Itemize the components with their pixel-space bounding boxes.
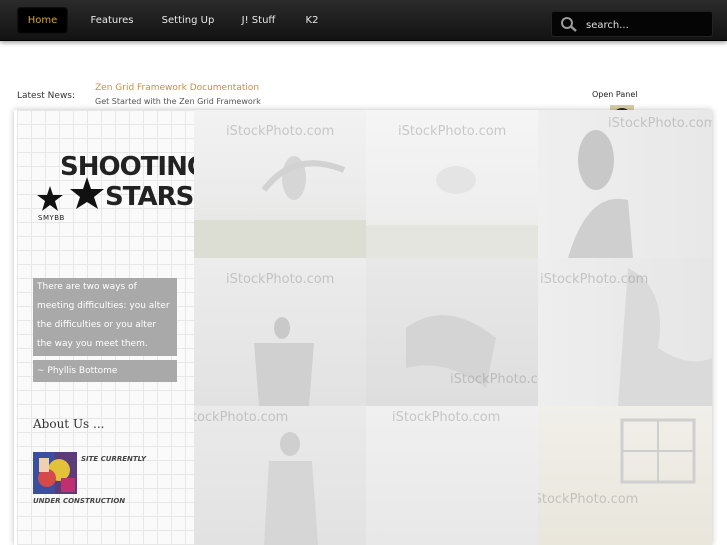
watermark-text: iStockPhoto.com (194, 410, 289, 425)
nav-features[interactable]: Features (86, 7, 138, 34)
search-input[interactable] (584, 15, 708, 35)
gallery-tile[interactable]: iStockPhoto.com (194, 406, 366, 545)
photo-gallery: iStockPhoto.com iStockPhoto.com iStockPh… (194, 110, 712, 545)
gallery-tile[interactable]: iStockPhoto.com (366, 258, 538, 406)
nav-setting-up[interactable]: Setting Up (158, 7, 218, 34)
watermark-text: iStockPhoto.com (608, 116, 712, 131)
open-panel-link[interactable]: Open Panel (592, 90, 638, 99)
nav-k2[interactable]: K2 (298, 7, 326, 34)
nav-j-stuff[interactable]: J! Stuff (236, 7, 281, 34)
watermark-text: iStockPhoto.com (540, 272, 649, 287)
watermark-text: iStockPhoto.com (538, 492, 639, 507)
gallery-tile[interactable]: iStockPhoto.com (194, 110, 366, 258)
quote-author: ~ Phyllis Bottome (33, 360, 177, 382)
search-box (551, 11, 713, 37)
gallery-tile[interactable]: iStockPhoto.com (538, 258, 712, 406)
logo-subtext: SMYBB (38, 214, 65, 222)
quote-text: There are two ways of meeting difficulti… (33, 278, 177, 356)
news-headline-link[interactable]: Zen Grid Framework Documentation (95, 83, 259, 93)
news-subline: Get Started with the Zen Grid Framework (95, 97, 261, 104)
watermark-text: iStockPhoto.com (398, 124, 507, 139)
watermark-text: iStockPhoto.com (226, 272, 335, 287)
site-logo[interactable]: SHOOTING STARS (33, 145, 194, 215)
gallery-tile[interactable]: iStockPhoto.com (538, 110, 712, 258)
star-icon (37, 186, 63, 211)
watermark-text: iStockPhoto.com (450, 372, 538, 387)
svg-text:STARS: STARS (105, 182, 193, 212)
watermark-text: iStockPhoto.com (226, 124, 335, 139)
gallery-tile[interactable]: iStockPhoto.com (366, 110, 538, 258)
about-us-heading: About Us ... (33, 417, 105, 431)
search-icon[interactable] (560, 16, 578, 32)
latest-news-label: Latest News: (17, 91, 76, 101)
watermark-text: iStockPhoto.com (392, 410, 501, 425)
gallery-tile[interactable]: iStockPhoto.com (194, 258, 366, 406)
shooting-stars-logo: SHOOTING STARS (37, 152, 194, 212)
gallery-tile[interactable]: iStockPhoto.com (538, 406, 712, 545)
svg-text:SHOOTING: SHOOTING (60, 152, 194, 182)
about-thumbnail-image[interactable] (33, 452, 77, 494)
top-navigation-bar: Home Features Setting Up J! Stuff K2 (0, 0, 727, 41)
about-status-line1: SITE CURRENTLY (81, 455, 147, 463)
gallery-tile[interactable]: iStockPhoto.com (366, 406, 538, 545)
nav-home[interactable]: Home (17, 7, 68, 34)
about-status-line2: UNDER CONSTRUCTION (33, 497, 126, 505)
